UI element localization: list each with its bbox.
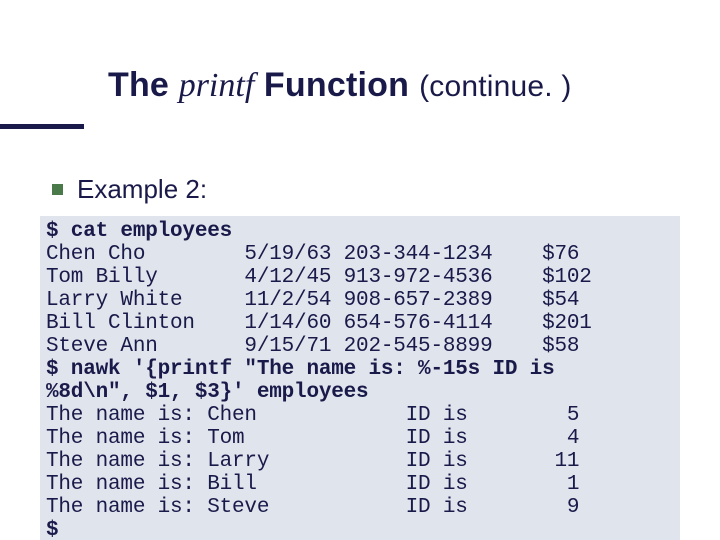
- title-post-text: Function: [254, 66, 409, 104]
- code-line-employee-2: Tom Billy 4/12/45 913-972-4536 $102: [46, 266, 674, 289]
- code-line-cmd-cat: $ cat employees: [46, 220, 674, 243]
- slide-title: The printf Function (continue. ): [108, 66, 680, 105]
- code-line-output-5: The name is: Steve ID is 9: [46, 496, 674, 519]
- title-pre-text: The: [108, 66, 179, 104]
- code-line-output-1: The name is: Chen ID is 5: [46, 404, 674, 427]
- code-line-employee-5: Steve Ann 9/15/71 202-545-8899 $58: [46, 335, 674, 358]
- code-line-output-3: The name is: Larry ID is 11: [46, 450, 674, 473]
- code-line-cmd-nawk-1: $ nawk '{printf "The name is: %-15s ID i…: [46, 358, 674, 381]
- code-line-employee-1: Chen Cho 5/19/63 203-344-1234 $76: [46, 243, 674, 266]
- title-fn-text: printf: [179, 67, 255, 104]
- code-line-prompt: $: [46, 519, 674, 540]
- code-line-output-4: The name is: Bill ID is 1: [46, 473, 674, 496]
- code-line-employee-3: Larry White 11/2/54 908-657-2389 $54: [46, 289, 674, 312]
- square-bullet-icon: [52, 184, 63, 195]
- code-block: $ cat employees Chen Cho 5/19/63 203-344…: [40, 216, 680, 540]
- code-line-output-2: The name is: Tom ID is 4: [46, 427, 674, 450]
- slide: The printf Function (continue. ) Example…: [0, 0, 720, 540]
- title-accent-bar: [0, 124, 84, 129]
- code-line-employee-4: Bill Clinton 1/14/60 654-576-4114 $201: [46, 312, 674, 335]
- title-pre: The printf Function: [108, 66, 409, 105]
- subheading-text: Example 2:: [77, 174, 207, 205]
- subheading-row: Example 2:: [52, 174, 207, 205]
- code-line-cmd-nawk-2: %8d\n", $1, $3}' employees: [46, 381, 674, 404]
- title-continue: (continue. ): [419, 70, 571, 104]
